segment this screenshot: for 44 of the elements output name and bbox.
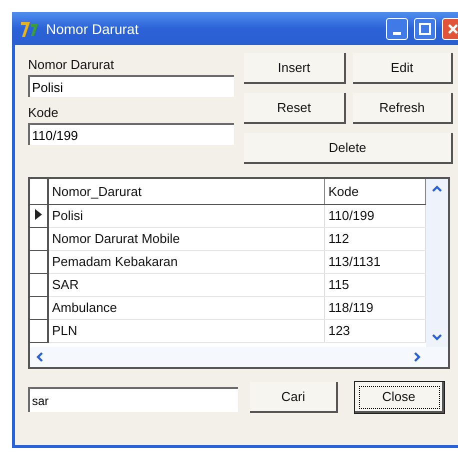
action-button[interactable]: Edit xyxy=(353,53,453,84)
table-cell: PLN xyxy=(48,319,325,342)
field-label: Kode xyxy=(28,104,60,122)
table-cell: Polisi xyxy=(48,204,325,227)
app-icon xyxy=(20,20,40,38)
close-icon xyxy=(447,22,458,34)
table-cell: Nomor Darurat Mobile xyxy=(48,227,325,250)
table-cell: 115 xyxy=(324,273,426,296)
action-button[interactable]: Cari xyxy=(250,382,338,413)
column-header[interactable]: Kode xyxy=(324,179,426,204)
action-button[interactable]: Refresh xyxy=(353,93,453,124)
row-indicator[interactable] xyxy=(30,296,48,319)
maximize-icon xyxy=(419,22,431,34)
row-indicator[interactable] xyxy=(30,250,48,273)
action-button[interactable]: Close xyxy=(355,382,444,413)
action-button[interactable]: Delete xyxy=(244,133,453,164)
current-row-icon xyxy=(35,209,42,220)
minimize-icon xyxy=(393,32,401,35)
table-cell: 113/1131 xyxy=(324,250,426,273)
field-label: Nomor Darurat xyxy=(28,56,115,74)
table-cell: SAR xyxy=(48,273,325,296)
scroll-right-icon[interactable] xyxy=(411,351,423,363)
input-field[interactable]: Polisi xyxy=(28,75,234,97)
scroll-left-icon[interactable] xyxy=(34,351,46,363)
table-cell: Ambulance xyxy=(48,296,325,319)
row-indicator[interactable] xyxy=(30,273,48,296)
action-button[interactable]: Insert xyxy=(244,53,346,84)
row-indicator[interactable] xyxy=(30,227,48,250)
search-field[interactable]: sar xyxy=(28,387,238,412)
scroll-down-icon[interactable] xyxy=(431,331,443,343)
table-cell: 110/199 xyxy=(324,204,426,227)
row-indicator[interactable] xyxy=(30,319,48,342)
maximize-button[interactable] xyxy=(414,18,436,40)
table-cell: 123 xyxy=(324,319,426,342)
input-field[interactable]: 110/199 xyxy=(28,123,234,145)
close-button[interactable] xyxy=(442,18,458,40)
column-header[interactable]: Nomor_Darurat xyxy=(48,179,325,204)
row-indicator[interactable] xyxy=(30,204,48,227)
table-cell: 118/119 xyxy=(324,296,426,319)
action-button[interactable]: Reset xyxy=(244,93,346,124)
window-title: Nomor Darurat xyxy=(46,20,140,36)
table-cell: Pemadam Kebakaran xyxy=(48,250,325,273)
minimize-button[interactable] xyxy=(386,18,408,40)
table-cell: 112 xyxy=(324,227,426,250)
